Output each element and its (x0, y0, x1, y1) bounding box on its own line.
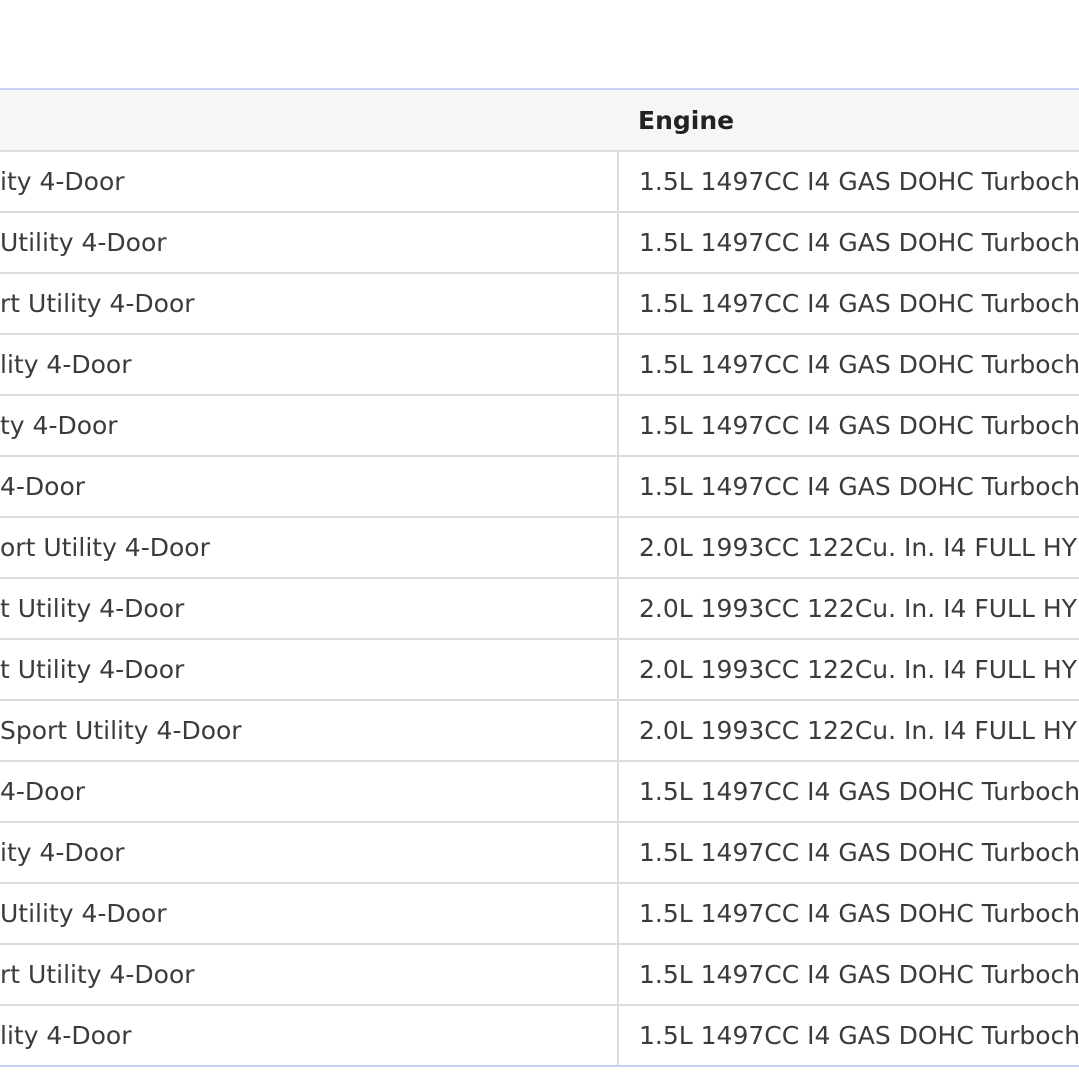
engine-cell: 1.5L 1497CC I4 GAS DOHC Turboch (618, 944, 1079, 1006)
table-row: t Utility 4-Door 2.0L 1993CC 122Cu. In. I… (0, 639, 1079, 701)
table-row: rt Utility 4-Door 1.5L 1497CC I4 GAS DOHC… (0, 944, 1079, 1006)
submodel-cell: Sport Utility 4-Door (0, 700, 619, 762)
table-row: t Utility 4-Door 2.0L 1993CC 122Cu. In. I… (0, 578, 1079, 640)
table-row: rt Utility 4-Door 1.5L 1497CC I4 GAS DOHC… (0, 273, 1079, 335)
submodel-text: ty 4-Door (0, 411, 118, 440)
engine-cell: 2.0L 1993CC 122Cu. In. I4 FULL HYB (618, 578, 1079, 640)
submodel-text: ity 4-Door (0, 167, 125, 196)
table-row: ort Utility 4-Door 2.0L 1993CC 122Cu. In.… (0, 517, 1079, 579)
table-row: lity 4-Door 1.5L 1497CC I4 GAS DOHC Turbo… (0, 334, 1079, 396)
table-row: 4-Door 1.5L 1497CC I4 GAS DOHC Turboch (0, 456, 1079, 518)
submodel-text: lity 4-Door (0, 1021, 132, 1050)
submodel-cell: lity 4-Door (0, 334, 619, 396)
table-row: Sport Utility 4-Door 2.0L 1993CC 122Cu. I… (0, 700, 1079, 762)
engine-cell: 1.5L 1497CC I4 GAS DOHC Turboch (618, 1005, 1079, 1067)
submodel-cell: Utility 4-Door (0, 883, 619, 945)
engine-cell: 2.0L 1993CC 122Cu. In. I4 FULL HYB (618, 700, 1079, 762)
engine-cell: 1.5L 1497CC I4 GAS DOHC Turboch (618, 456, 1079, 518)
submodel-text: 4-Door (0, 472, 86, 501)
submodel-cell: ort Utility 4-Door (0, 517, 619, 579)
engine-cell: 1.5L 1497CC I4 GAS DOHC Turboch (618, 273, 1079, 335)
submodel-text: t Utility 4-Door (0, 594, 185, 623)
engine-cell: 2.0L 1993CC 122Cu. In. I4 FULL HYB (618, 517, 1079, 579)
engine-cell: 1.5L 1497CC I4 GAS DOHC Turboch (618, 334, 1079, 396)
engine-cell: 1.5L 1497CC I4 GAS DOHC Turboch (618, 151, 1079, 213)
engine-cell: 1.5L 1497CC I4 GAS DOHC Turboch (618, 822, 1079, 884)
table-row: lity 4-Door 1.5L 1497CC I4 GAS DOHC Turbo… (0, 1005, 1079, 1067)
header-engine: Engine (618, 89, 1079, 152)
submodel-cell: t Utility 4-Door (0, 578, 619, 640)
table-body: ity 4-Door 1.5L 1497CC I4 GAS DOHC Turboc… (0, 151, 1079, 1067)
engine-cell: 1.5L 1497CC I4 GAS DOHC Turboch (618, 212, 1079, 274)
vehicle-fitment-table: Engine ity 4-Door 1.5L 1497CC I4 GAS DOHC… (0, 88, 1079, 1067)
submodel-cell: rt Utility 4-Door (0, 273, 619, 335)
submodel-cell: ity 4-Door (0, 822, 619, 884)
submodel-cell: 4-Door (0, 761, 619, 823)
header-submodel (0, 89, 618, 152)
table-row: Utility 4-Door 1.5L 1497CC I4 GAS DOHC Tu… (0, 883, 1079, 945)
submodel-text: Utility 4-Door (0, 899, 167, 928)
table-row: ty 4-Door 1.5L 1497CC I4 GAS DOHC Turboch (0, 395, 1079, 457)
engine-cell: 2.0L 1993CC 122Cu. In. I4 FULL HYB (618, 639, 1079, 701)
submodel-text: ity 4-Door (0, 838, 125, 867)
engine-cell: 1.5L 1497CC I4 GAS DOHC Turboch (618, 395, 1079, 457)
submodel-cell: Utility 4-Door (0, 212, 619, 274)
submodel-cell: t Utility 4-Door (0, 639, 619, 701)
submodel-text: lity 4-Door (0, 350, 132, 379)
submodel-cell: ty 4-Door (0, 395, 619, 457)
fitment-table-viewport: Engine ity 4-Door 1.5L 1497CC I4 GAS DOHC… (0, 0, 1079, 1079)
submodel-cell: rt Utility 4-Door (0, 944, 619, 1006)
engine-cell: 1.5L 1497CC I4 GAS DOHC Turboch (618, 761, 1079, 823)
submodel-text: t Utility 4-Door (0, 655, 185, 684)
table-row: 4-Door 1.5L 1497CC I4 GAS DOHC Turboch (0, 761, 1079, 823)
header-row: Engine (0, 89, 1079, 152)
submodel-text: Sport Utility 4-Door (0, 716, 242, 745)
submodel-text: 4-Door (0, 777, 86, 806)
submodel-text: rt Utility 4-Door (0, 289, 195, 318)
submodel-cell: 4-Door (0, 456, 619, 518)
submodel-text: Utility 4-Door (0, 228, 167, 257)
table-header: Engine (0, 89, 1079, 152)
engine-cell: 1.5L 1497CC I4 GAS DOHC Turboch (618, 883, 1079, 945)
submodel-text: rt Utility 4-Door (0, 960, 195, 989)
table-row: ity 4-Door 1.5L 1497CC I4 GAS DOHC Turboc… (0, 822, 1079, 884)
table-row: Utility 4-Door 1.5L 1497CC I4 GAS DOHC Tu… (0, 212, 1079, 274)
submodel-cell: ity 4-Door (0, 151, 619, 213)
submodel-text: ort Utility 4-Door (0, 533, 210, 562)
submodel-cell: lity 4-Door (0, 1005, 619, 1067)
table-row: ity 4-Door 1.5L 1497CC I4 GAS DOHC Turboc… (0, 151, 1079, 213)
